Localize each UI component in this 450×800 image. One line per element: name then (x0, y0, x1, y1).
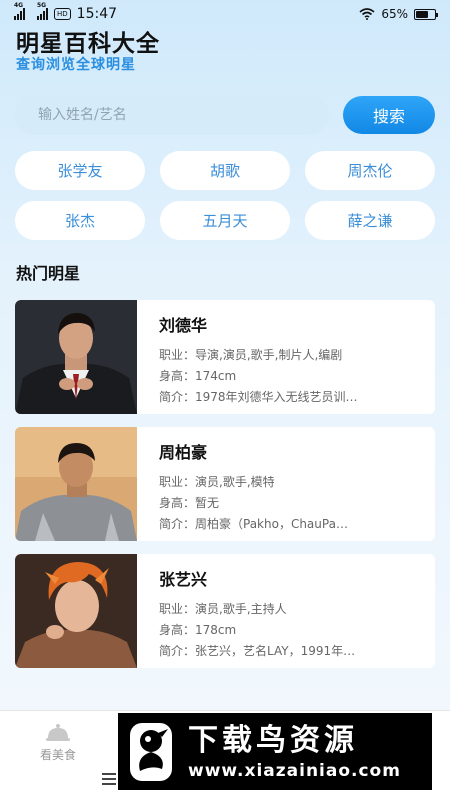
search-box (14, 95, 329, 135)
network-type-label: 4G (14, 2, 24, 9)
hd-badge: HD (54, 8, 71, 20)
watermark-banner: 下载鸟资源 www.xiazainiao.com (118, 713, 432, 790)
page-subtitle: 查询浏览全球明星 (16, 57, 136, 73)
star-intro: 简介：周柏豪（Pakho，ChauPa… (159, 517, 348, 531)
watermark-text: 下载鸟资源 www.xiazainiao.com (188, 723, 401, 781)
tag-chip[interactable]: 五月天 (160, 201, 290, 240)
page-title: 明星百科大全 (16, 31, 160, 57)
star-card[interactable]: 张艺兴 职业：演员,歌手,主持人 身高：178cm 简介：张艺兴，艺名LAY，1… (15, 554, 435, 668)
star-card[interactable]: 周柏豪 职业：演员,歌手,模特 身高：暂无 简介：周柏豪（Pakho，ChauP… (15, 427, 435, 541)
star-intro: 简介：张艺兴，艺名LAY，1991年… (159, 644, 356, 658)
wifi-icon (359, 8, 375, 20)
star-height: 身高：暂无 (159, 496, 220, 510)
cellular-signal-icon-2: 5G (37, 2, 48, 20)
watermark-url: www.xiazainiao.com (188, 760, 401, 781)
tag-chip[interactable]: 周杰伦 (305, 151, 435, 190)
tab-food[interactable]: 看美食 (28, 723, 88, 763)
star-info: 张艺兴 职业：演员,歌手,主持人 身高：178cm 简介：张艺兴，艺名LAY，1… (137, 554, 355, 668)
star-info: 周柏豪 职业：演员,歌手,模特 身高：暂无 简介：周柏豪（Pakho，ChauP… (137, 427, 348, 541)
tag-chip[interactable]: 薛之谦 (305, 201, 435, 240)
tag-chip[interactable]: 胡歌 (160, 151, 290, 190)
star-height: 身高：174cm (159, 369, 237, 383)
cloche-icon (46, 724, 70, 741)
status-right: 65% (359, 7, 438, 21)
star-name: 刘德华 (159, 316, 208, 335)
watermark-title: 下载鸟资源 (188, 722, 358, 758)
search-button[interactable]: 搜索 (343, 96, 435, 134)
search-input[interactable] (38, 107, 329, 123)
section-title: 热门明星 (16, 264, 81, 283)
star-photo (15, 300, 137, 414)
star-name: 张艺兴 (159, 570, 208, 589)
star-height: 身高：178cm (159, 623, 237, 637)
menu-icon[interactable] (102, 773, 116, 788)
star-photo (15, 427, 137, 541)
network-type-label-2: 5G (37, 2, 47, 9)
star-job: 职业：导演,演员,歌手,制片人,编剧 (159, 348, 343, 362)
tag-chip[interactable]: 张杰 (15, 201, 145, 240)
status-time: 15:47 (76, 6, 118, 22)
star-job: 职业：演员,歌手,主持人 (159, 602, 287, 616)
tab-food-label: 看美食 (39, 748, 76, 762)
star-name: 周柏豪 (159, 443, 208, 462)
battery-percent: 65% (381, 7, 408, 21)
cellular-signal-icon: 4G (14, 2, 25, 20)
star-info: 刘德华 职业：导演,演员,歌手,制片人,编剧 身高：174cm 简介：1978年… (137, 300, 358, 414)
star-photo (15, 554, 137, 668)
tag-chip[interactable]: 张学友 (15, 151, 145, 190)
star-job: 职业：演员,歌手,模特 (159, 475, 275, 489)
battery-icon (414, 8, 438, 20)
status-left: 4G 5G HD 15:47 (14, 2, 118, 22)
bird-logo-icon (130, 722, 172, 781)
star-intro: 简介：1978年刘德华入无线艺员训… (159, 390, 358, 404)
star-card[interactable]: 刘德华 职业：导演,演员,歌手,制片人,编剧 身高：174cm 简介：1978年… (15, 300, 435, 414)
